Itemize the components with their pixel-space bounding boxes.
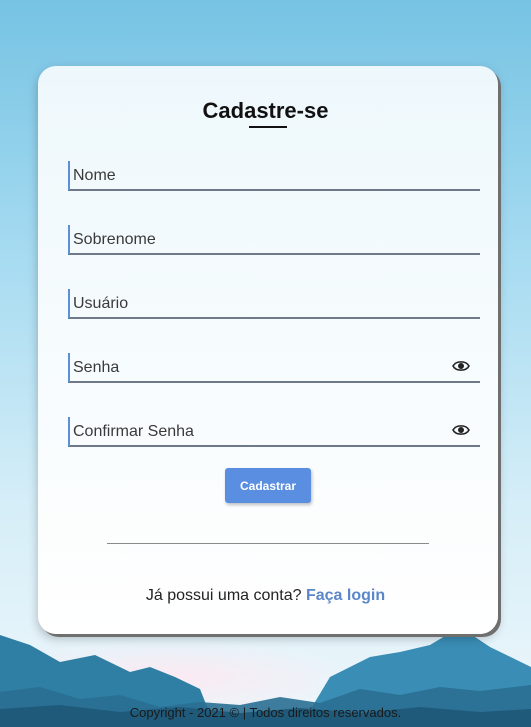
last-name-input[interactable]: [73, 228, 443, 252]
password-field: [68, 353, 480, 383]
login-prompt-line: Já possui uma conta? Faça login: [0, 587, 531, 605]
password-input[interactable]: [73, 356, 443, 380]
username-field: [68, 289, 480, 319]
title-underline: [249, 126, 287, 128]
last-name-field: [68, 225, 480, 255]
confirm-password-field: [68, 417, 480, 447]
eye-icon[interactable]: [452, 359, 470, 373]
login-prompt-text: Já possui uma conta?: [145, 587, 302, 604]
signup-card: [38, 66, 498, 634]
login-link[interactable]: Faça login: [306, 587, 385, 604]
page-title: Cadastre-se: [202, 98, 329, 123]
first-name-field: [68, 161, 480, 191]
divider: [107, 543, 429, 544]
register-button[interactable]: Cadastrar: [225, 468, 311, 503]
first-name-input[interactable]: [73, 164, 443, 188]
confirm-password-input[interactable]: [73, 420, 443, 444]
eye-icon[interactable]: [452, 423, 470, 437]
username-input[interactable]: [73, 292, 443, 316]
footer-copyright: Copyright - 2021 © | Todos direitos rese…: [129, 705, 402, 720]
